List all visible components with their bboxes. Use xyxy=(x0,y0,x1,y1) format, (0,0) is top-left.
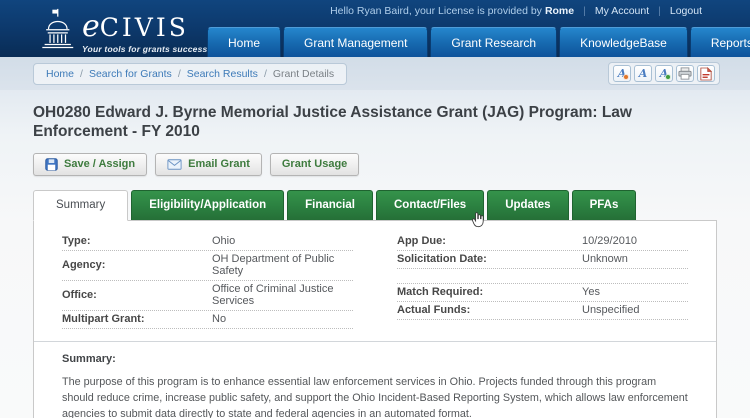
decrease-font-size-button[interactable]: A xyxy=(613,65,631,82)
field-row-solicitation-date: Solicitation Date: Unknown xyxy=(397,251,688,269)
fields-left-column: Type: Ohio Agency: OH Department of Publ… xyxy=(62,233,353,329)
breadcrumb-bar: Home / Search for Grants / Search Result… xyxy=(0,57,750,90)
tab-updates[interactable]: Updates xyxy=(487,190,568,220)
field-label: Type: xyxy=(62,235,212,247)
field-row-actual-funds: Actual Funds: Unspecified xyxy=(397,302,688,320)
tab-contact-files[interactable]: Contact/Files xyxy=(376,190,484,220)
capitol-building-icon xyxy=(40,6,74,52)
field-value: OH Department of Public Safety xyxy=(212,253,353,277)
grant-fields: Type: Ohio Agency: OH Department of Publ… xyxy=(34,221,716,333)
nav-item-grant-research[interactable]: Grant Research xyxy=(430,27,557,57)
ecivis-logo: eCIVIS Your tools for grants success. xyxy=(40,6,210,54)
breadcrumb-search-for-grants[interactable]: Search for Grants xyxy=(89,68,172,80)
nav-item-knowledgebase[interactable]: KnowledgeBase xyxy=(559,27,688,57)
breadcrumb-separator: / xyxy=(264,68,267,80)
logo-wordmark: eCIVIS xyxy=(82,12,210,42)
field-label: Match Required: xyxy=(397,286,582,298)
field-value: No xyxy=(212,313,226,325)
mouse-cursor-icon xyxy=(470,211,486,229)
summary-heading: Summary: xyxy=(62,353,688,365)
tab-pfas[interactable]: PFAs xyxy=(572,190,637,220)
field-value: Yes xyxy=(582,286,600,298)
summary-section: Summary: The purpose of this program is … xyxy=(34,342,716,418)
field-label: Solicitation Date: xyxy=(397,253,582,265)
main-navigation: Home Grant Management Grant Research Kno… xyxy=(205,27,702,57)
font-a-icon: A xyxy=(639,68,648,79)
increase-font-size-button[interactable]: A xyxy=(655,65,673,82)
nav-item-home[interactable]: Home xyxy=(207,27,281,57)
tab-financial[interactable]: Financial xyxy=(287,190,373,220)
breadcrumb: Home / Search for Grants / Search Result… xyxy=(33,63,347,85)
breadcrumb-search-results[interactable]: Search Results xyxy=(187,68,258,80)
field-row-match-required: Match Required: Yes xyxy=(397,284,688,302)
save-floppy-icon xyxy=(45,158,58,171)
field-row-empty xyxy=(397,269,688,284)
license-provider: Rome xyxy=(545,5,574,17)
email-grant-label: Email Grant xyxy=(188,158,250,170)
field-value: Unspecified xyxy=(582,304,639,316)
nav-item-reports[interactable]: Reports xyxy=(690,27,750,57)
grant-usage-button[interactable]: Grant Usage xyxy=(270,153,359,176)
field-value: Office of Criminal Justice Services xyxy=(212,283,353,307)
action-buttons: Save / Assign Email Grant Grant Usage xyxy=(33,153,717,176)
tab-eligibility-application[interactable]: Eligibility/Application xyxy=(131,190,284,220)
logout-link[interactable]: Logout xyxy=(670,5,702,17)
grant-usage-label: Grant Usage xyxy=(282,158,347,170)
my-account-link[interactable]: My Account xyxy=(595,5,649,17)
nav-item-grant-management[interactable]: Grant Management xyxy=(283,27,428,57)
field-label: Multipart Grant: xyxy=(62,313,212,325)
print-button[interactable] xyxy=(676,65,694,82)
page-content: OH0280 Edward J. Byrne Memorial Justice … xyxy=(0,90,750,418)
greeting-text: Hello Ryan Baird, your License is provid… xyxy=(330,5,542,17)
save-assign-label: Save / Assign xyxy=(64,158,135,170)
printer-icon xyxy=(678,67,692,80)
breadcrumb-grant-details: Grant Details xyxy=(273,68,334,80)
field-label: Agency: xyxy=(62,259,212,271)
minus-dot-icon xyxy=(623,74,629,80)
breadcrumb-home[interactable]: Home xyxy=(46,68,74,80)
field-row-type: Type: Ohio xyxy=(62,233,353,251)
email-envelope-icon xyxy=(167,159,182,170)
save-assign-button[interactable]: Save / Assign xyxy=(33,153,147,176)
field-value: Unknown xyxy=(582,253,628,265)
user-bar: Hello Ryan Baird, your License is provid… xyxy=(330,5,702,17)
field-row-multipart-grant: Multipart Grant: No xyxy=(62,311,353,329)
field-label: Office: xyxy=(62,289,212,301)
export-pdf-button[interactable] xyxy=(697,65,715,82)
userbar-separator: | xyxy=(583,5,586,17)
field-value: 10/29/2010 xyxy=(582,235,637,247)
pdf-icon xyxy=(700,67,712,81)
breadcrumb-separator: / xyxy=(80,68,83,80)
summary-paragraph: The purpose of this program is to enhanc… xyxy=(62,374,688,418)
field-label: Actual Funds: xyxy=(397,304,582,316)
email-grant-button[interactable]: Email Grant xyxy=(155,153,262,176)
field-value: Ohio xyxy=(212,235,235,247)
userbar-separator: | xyxy=(658,5,661,17)
field-label: App Due: xyxy=(397,235,582,247)
grant-title: OH0280 Edward J. Byrne Memorial Justice … xyxy=(33,90,717,142)
field-row-agency: Agency: OH Department of Public Safety xyxy=(62,251,353,281)
plus-dot-icon xyxy=(665,74,671,80)
default-font-size-button[interactable]: A xyxy=(634,65,652,82)
tab-summary[interactable]: Summary xyxy=(33,190,128,221)
detail-tabs: Summary Eligibility/Application Financia… xyxy=(33,190,717,220)
field-row-office: Office: Office of Criminal Justice Servi… xyxy=(62,281,353,311)
page-toolbar: A A A xyxy=(608,62,720,85)
summary-tab-panel: Type: Ohio Agency: OH Department of Publ… xyxy=(33,220,717,418)
app-header: eCIVIS Your tools for grants success. He… xyxy=(0,0,750,57)
field-row-app-due: App Due: 10/29/2010 xyxy=(397,233,688,251)
breadcrumb-separator: / xyxy=(178,68,181,80)
fields-right-column: App Due: 10/29/2010 Solicitation Date: U… xyxy=(397,233,688,329)
logo-tagline: Your tools for grants success. xyxy=(82,44,210,54)
